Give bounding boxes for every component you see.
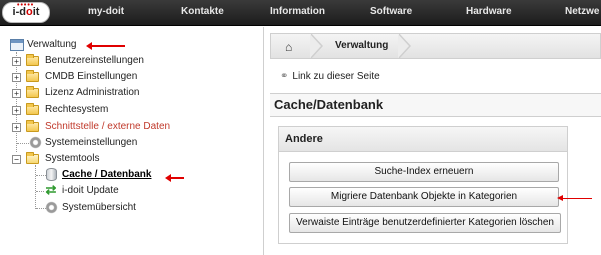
tree-root-verwaltung[interactable]: Verwaltung: [27, 37, 76, 53]
panel-andere: Andere Suche-Index erneuern Migriere Dat…: [278, 126, 568, 244]
breadcrumb-separator: [398, 33, 413, 59]
gear-icon: [45, 201, 58, 214]
tree-item-cmdb-einstellungen[interactable]: CMDB Einstellungen: [45, 69, 137, 85]
collapse-systemtools[interactable]: −: [12, 155, 21, 164]
update-icon: ⇄: [45, 182, 57, 197]
nav-kontakte[interactable]: Kontakte: [181, 0, 224, 26]
folder-icon: [26, 70, 39, 82]
expand-rechtesystem[interactable]: +: [12, 106, 21, 115]
nav-information[interactable]: Information: [270, 0, 325, 26]
folder-icon: [26, 54, 39, 66]
admin-tree: Verwaltung + Benutzereinstellungen + CMD…: [0, 27, 264, 255]
permalink-label: Link zu dieser Seite: [292, 71, 380, 82]
panel-title: Andere: [279, 127, 567, 152]
database-icon: [46, 168, 57, 181]
expand-schnittstelle[interactable]: +: [12, 123, 21, 132]
tree-item-rechtesystem[interactable]: Rechtesystem: [45, 102, 108, 118]
tree-item-idoit-update[interactable]: i-doit Update: [62, 183, 119, 199]
tree-item-schnittstelle[interactable]: Schnittstelle / externe Daten: [45, 119, 170, 135]
link-icon: ⚭: [280, 71, 289, 82]
top-nav-bar: ••••• i-doit my-doit Kontakte Informatio…: [0, 0, 601, 26]
breadcrumb: ⌂ Verwaltung: [270, 33, 601, 59]
breadcrumb-current[interactable]: Verwaltung: [335, 34, 388, 58]
nav-software[interactable]: Software: [370, 0, 412, 26]
tree-item-benutzereinstellungen[interactable]: Benutzereinstellungen: [45, 53, 144, 69]
expand-benutzereinstellungen[interactable]: +: [12, 57, 21, 66]
idoit-logo[interactable]: ••••• i-doit: [2, 2, 50, 23]
tree-branch: [36, 175, 46, 176]
breadcrumb-separator: [310, 33, 325, 59]
logo-dots: •••••: [17, 2, 35, 9]
annotation-arrow-migrate: [557, 195, 592, 201]
admin-root-icon: [10, 39, 24, 51]
folder-icon: [26, 86, 39, 98]
folder-open-icon: [26, 152, 39, 164]
nav-my-doit[interactable]: my-doit: [88, 0, 124, 26]
tree-guide-line: [16, 52, 17, 152]
tree-guide-line-sub: [35, 165, 36, 209]
tree-item-lizenz-administration[interactable]: Lizenz Administration: [45, 85, 140, 101]
expand-cmdb-einstellungen[interactable]: +: [12, 73, 21, 82]
tree-item-systemeinstellungen[interactable]: Systemeinstellungen: [45, 135, 137, 151]
nav-hardware[interactable]: Hardware: [466, 0, 512, 26]
annotation-arrow-root: [86, 42, 125, 50]
delete-orphaned-entries-button[interactable]: Verwaiste Einträge benutzerdefinierter K…: [289, 213, 561, 233]
home-icon[interactable]: ⌂: [285, 40, 292, 54]
rebuild-search-index-button[interactable]: Suche-Index erneuern: [289, 162, 559, 182]
gear-icon: [29, 136, 42, 149]
permalink[interactable]: ⚭ Link zu dieser Seite: [280, 71, 380, 82]
tree-item-cache-datenbank[interactable]: Cache / Datenbank: [62, 167, 151, 183]
nav-netzwerk[interactable]: Netzwe: [565, 0, 599, 26]
folder-icon: [26, 120, 39, 132]
tree-item-systemuebersicht[interactable]: Systemübersicht: [62, 200, 136, 216]
tree-branch: [36, 191, 44, 192]
folder-icon: [26, 103, 39, 115]
main-content: ⌂ Verwaltung ⚭ Link zu dieser Seite Cache…: [270, 27, 601, 255]
annotation-arrow-cache: [165, 174, 184, 182]
tree-branch: [17, 143, 29, 144]
migrate-objects-button[interactable]: Migriere Datenbank Objekte in Kategorien: [289, 187, 559, 207]
expand-lizenz-administration[interactable]: +: [12, 89, 21, 98]
page-title: Cache/Datenbank: [270, 93, 601, 117]
tree-item-systemtools[interactable]: Systemtools: [45, 151, 99, 167]
